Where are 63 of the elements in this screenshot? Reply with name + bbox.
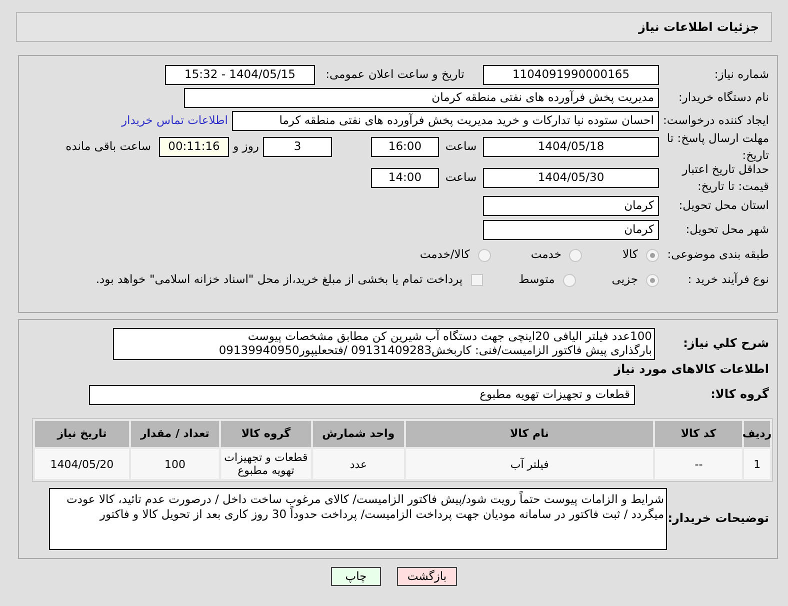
table-cell: قطعات و تجهیزات تهویه مطبوع [220,449,311,479]
text-field[interactable]: 3 [263,137,332,157]
field-label: ایجاد کننده درخواست: [663,113,769,128]
field-label: طبقه بندی موضوعی: [667,247,769,262]
print-button[interactable]: چاپ [331,567,381,586]
column-header: واحد شمارش [312,421,404,447]
radio-button[interactable] [646,248,659,262]
field-label: شرح کلي نياز: [683,336,769,350]
radio-label: جزیی [612,271,638,288]
text-field[interactable]: 1404/05/18 [483,137,659,157]
radio-label: کالا [622,246,638,264]
text-field[interactable]: 1404/05/15 - 15:32 [165,65,315,85]
radio-button[interactable] [646,274,659,286]
radio-button[interactable] [569,248,582,262]
field-label: توضیحات خریدار: [668,511,769,526]
description-textarea[interactable]: 100عدد فیلتر الیافی 20اینچی جهت دستگاه آب شیرین کن مطابق مشخصات پیوست بارگذاری پیش فاکتور الزامیست/فنی: کاربخش09131409283 /فتحعلیپور09139940950 [113,328,655,360]
field-label: نوع فرآیند خرید : [688,272,769,286]
page-title: جزئیات اطلاعات نیاز [638,19,759,36]
text-field[interactable]: احسان ستوده نیا تدارکات و خرید مدیریت پخش فرآورده های نفتی منطقه کرما [232,111,659,131]
field-label: استان محل تحویل: [678,198,769,212]
field-label: گروه کالا: [710,387,769,402]
field-label: تاریخ و ساعت اعلان عمومی: [324,66,466,84]
text-field[interactable]: کرمان [483,196,659,216]
field-label: روز و [232,138,260,156]
section-title: اطلاعات کالاهای مورد نیاز [614,361,769,378]
column-header: تاریخ نیاز [35,421,129,447]
text-field[interactable]: 1404/05/30 [483,168,659,188]
column-header: تعداد / مقدار [130,421,219,447]
radio-label: متوسط [518,271,555,288]
notes-textarea[interactable]: شرایط و الزامات پیوست حتماً رویت شود/پیش فاکتور الزامیست/ کالای مرغوب ساخت داخل / درصورت عدم تائید، کالا عودت میگردد / ثبت فاکتور در سامانه مودیان جهت پرداخت الزامیست/ پرداخت حدوداً 30 روز کاری بعد از تحویل کالا و فاکتور [49,488,667,550]
checkbox[interactable] [470,274,483,286]
table-cell: عدد [312,449,404,479]
field-label: ساعت باقی مانده [66,138,151,156]
field-label: حداقل تاریخ اعتبار قیمت: تا تاریخ: [682,162,769,193]
checkbox-label: پرداخت تمام یا بخشی از مبلغ خرید،از محل "اسناد خزانه اسلامی" خواهد بود. [96,271,463,288]
field-label: ساعت [444,169,478,186]
column-header: ردیف [744,421,770,447]
column-header: گروه کالا [220,421,311,447]
radio-button[interactable] [478,248,491,262]
text-field[interactable]: 1104091990000165 [483,65,659,85]
column-header: کد کالا [655,421,742,447]
field-label: مهلت ارسال پاسخ: تا تاریخ: [666,130,769,162]
column-header: نام کالا [406,421,653,447]
text-field[interactable]: 16:00 [371,137,439,157]
radio-label: کالا/خدمت [420,246,470,264]
table-cell: فیلتر آب [406,449,654,479]
table-cell: -- [655,449,742,479]
radio-label: خدمت [530,246,562,264]
field-label: شماره نیاز: [714,67,769,82]
text-field[interactable]: مدیریت پخش فرآورده های نفتی منطقه کرمان [184,88,659,108]
back-button[interactable]: بازگشت [397,567,457,586]
table-cell: 1 [744,449,770,479]
contact-link[interactable]: اطلاعات تماس خریدار [121,112,228,130]
text-field[interactable]: قطعات و تجهیزات تهویه مطبوع [89,385,635,405]
table-cell: 1404/05/20 [35,449,129,479]
text-field[interactable]: 14:00 [371,168,439,188]
text-field[interactable]: کرمان [483,220,659,240]
table-cell: 100 [130,449,219,479]
field-label: شهر محل تحویل: [686,222,769,236]
text-field[interactable]: 00:11:16 [159,137,229,157]
field-label: نام دستگاه خریدار: [678,90,769,104]
radio-button[interactable] [562,274,576,286]
field-label: ساعت [444,138,478,156]
